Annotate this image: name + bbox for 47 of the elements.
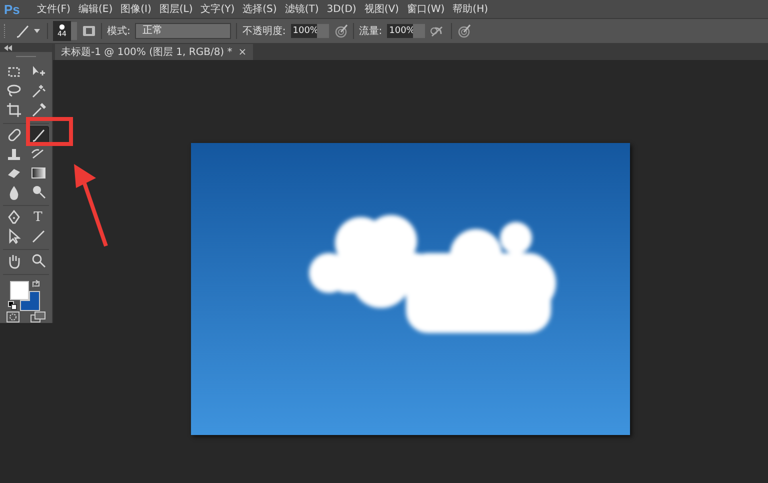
menu-item[interactable]: 文字(Y) [200, 2, 236, 16]
mode-dropdown[interactable]: 正常 [135, 23, 232, 39]
menu-item[interactable]: 滤镜(T) [284, 2, 320, 16]
menu-item[interactable]: 选择(S) [242, 2, 278, 16]
wand-icon [30, 83, 46, 100]
brush-panel-icon[interactable] [82, 25, 96, 37]
menu-item[interactable]: 图像(I) [120, 2, 152, 16]
lasso-icon [6, 83, 22, 100]
brush-icon [14, 23, 30, 39]
background-color-swatch[interactable] [20, 290, 40, 311]
tool-button[interactable]: T [27, 208, 49, 227]
app-logo: Ps [4, 2, 20, 16]
zoom-icon [30, 253, 46, 270]
pen-icon [6, 209, 22, 226]
flow-field[interactable]: 100% [387, 24, 414, 38]
swap-icon[interactable] [32, 280, 40, 288]
dropdown-button[interactable] [316, 24, 329, 38]
mode-label: 模式: [107, 24, 130, 38]
caret-icon [34, 29, 40, 33]
foreground-color-swatch[interactable] [10, 280, 29, 300]
quick-mask-icon[interactable] [6, 311, 20, 323]
menu-item[interactable]: 文件(F) [36, 2, 72, 16]
pressure-icon[interactable] [334, 24, 348, 38]
opacity-label: 不透明度: [242, 24, 286, 38]
opacity-field[interactable]: 100% [290, 24, 317, 38]
close-button[interactable]: × [238, 46, 247, 58]
pressure-icon[interactable] [457, 24, 472, 38]
dot-icon [59, 24, 65, 30]
bandage-icon [6, 127, 22, 144]
highlight-frame [26, 117, 73, 146]
menu-item[interactable]: 视图(V) [363, 2, 400, 16]
line-icon [30, 228, 46, 244]
menu-item[interactable]: 图层(L) [158, 2, 194, 16]
default-colors-icon[interactable] [8, 300, 17, 310]
menu-item[interactable]: 帮助(H) [452, 2, 489, 16]
screen-mode-icon[interactable] [30, 311, 46, 323]
flow-label: 流量: [358, 24, 382, 38]
menu-item[interactable]: 窗口(W) [406, 2, 446, 16]
menu-item[interactable]: 编辑(E) [77, 2, 114, 16]
document-tab[interactable]: 未标题-1 @ 100% (图层 1, RGB/8) * × [55, 44, 253, 60]
crop-icon [6, 102, 22, 118]
eyedropper-icon [30, 102, 46, 118]
stamp-icon [6, 146, 22, 162]
brush-icon [30, 127, 46, 144]
menu-item[interactable]: 3D(D) [326, 4, 358, 14]
magnifier-icon [30, 184, 46, 200]
gradient-icon [30, 165, 46, 182]
